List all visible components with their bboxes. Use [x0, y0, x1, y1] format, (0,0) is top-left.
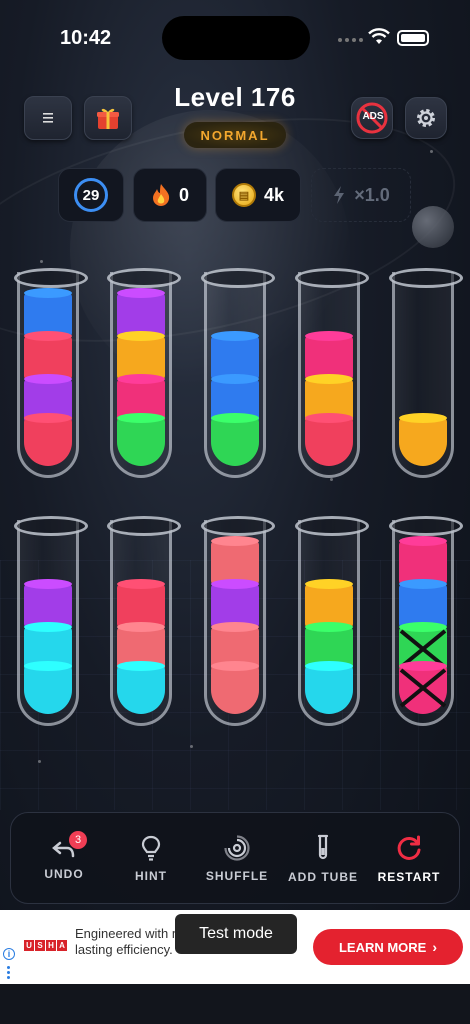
tube[interactable] — [295, 268, 369, 478]
hidden-liquid-layer — [399, 666, 447, 714]
shuffle-button[interactable]: SHUFFLE — [199, 813, 275, 905]
status-time: 10:42 — [60, 27, 112, 49]
add-tube-button[interactable]: ADD TUBE — [283, 813, 363, 905]
tube[interactable] — [389, 268, 463, 478]
tube[interactable] — [201, 516, 275, 726]
status-bar: 10:42 — [0, 0, 470, 74]
lightning-icon — [334, 186, 345, 204]
tube[interactable] — [201, 268, 275, 478]
star-decoration — [190, 745, 193, 748]
learn-more-button[interactable]: LEARN MORE › — [313, 929, 463, 965]
ad-logo-letter: S — [35, 940, 45, 951]
gift-icon — [97, 108, 119, 129]
ad-logo-letter: H — [46, 940, 56, 951]
restart-label: RESTART — [377, 870, 441, 884]
liquid-layer — [24, 418, 72, 466]
tube[interactable] — [14, 516, 88, 726]
liquid-layer — [305, 418, 353, 466]
add-tube-label: ADD TUBE — [288, 870, 358, 884]
liquid-layer — [211, 418, 259, 466]
star-decoration — [38, 760, 41, 763]
liquid-layer — [305, 666, 353, 714]
chevron-right-icon: › — [432, 939, 438, 955]
liquid-layer — [117, 666, 165, 714]
ad-logo: U S H A — [24, 940, 68, 951]
test-mode-toast: Test mode — [175, 914, 297, 954]
streak-counter: 0 — [133, 168, 207, 222]
tube[interactable] — [107, 516, 181, 726]
shuffle-spiral-icon — [224, 835, 250, 861]
tube[interactable] — [14, 268, 88, 478]
star-decoration — [330, 478, 333, 481]
ad-options-icon[interactable] — [7, 966, 10, 979]
multiplier-counter: ×1.0 — [311, 168, 411, 222]
dynamic-island — [162, 16, 310, 60]
moves-value: 29 — [82, 186, 100, 204]
wifi-icon — [368, 28, 390, 44]
remove-ads-button[interactable]: ADS — [351, 97, 393, 139]
tube[interactable] — [389, 516, 463, 726]
tube[interactable] — [107, 268, 181, 478]
tube[interactable] — [295, 516, 369, 726]
difficulty-badge: NORMAL — [184, 122, 286, 148]
coin-icon: ▤ — [231, 183, 256, 207]
star-decoration — [430, 150, 433, 153]
bottom-safe-area — [0, 984, 470, 1024]
settings-button[interactable] — [405, 97, 447, 139]
multiplier-value: ×1.0 — [354, 184, 390, 205]
moon-decoration — [412, 206, 454, 248]
gear-icon — [417, 109, 435, 127]
restart-icon — [397, 835, 421, 860]
ad-logo-letter: U — [24, 940, 34, 951]
streak-value: 0 — [178, 184, 189, 205]
fire-icon — [152, 184, 170, 206]
bottom-toolbar: UNDO 3 HINT SHUFFLE ADD TUBE RESTART — [10, 812, 460, 904]
undo-label: UNDO — [44, 867, 84, 881]
moves-counter: 29 — [58, 168, 124, 222]
restart-button[interactable]: RESTART — [371, 813, 447, 905]
gift-button[interactable] — [84, 96, 132, 140]
shuffle-label: SHUFFLE — [205, 869, 269, 883]
ad-logo-letter: A — [57, 940, 67, 951]
coins-value: 4k — [263, 184, 285, 205]
hamburger-icon — [43, 113, 53, 123]
coins-counter: ▤ 4k — [215, 168, 301, 222]
liquid-layer — [211, 666, 259, 714]
liquid-layer — [399, 418, 447, 466]
liquid-layer — [117, 418, 165, 466]
level-title: Level 176 — [174, 82, 296, 112]
learn-more-label: LEARN MORE — [338, 939, 427, 955]
undo-button[interactable]: UNDO — [31, 813, 97, 905]
battery-icon — [397, 30, 429, 46]
ad-info-icon[interactable]: i — [3, 948, 15, 960]
no-ads-label: ADS — [362, 111, 384, 122]
signal-icon — [338, 38, 363, 42]
menu-button[interactable] — [24, 96, 72, 140]
lightbulb-icon — [141, 835, 161, 861]
liquid-layer — [24, 666, 72, 714]
star-decoration — [40, 260, 43, 263]
moves-ring-icon: 29 — [74, 178, 108, 212]
hidden-cross-icon — [399, 668, 447, 708]
undo-count-badge: 3 — [69, 831, 87, 849]
hint-button[interactable]: HINT — [119, 813, 183, 905]
test-tube-icon — [317, 834, 329, 860]
hint-label: HINT — [135, 869, 167, 883]
